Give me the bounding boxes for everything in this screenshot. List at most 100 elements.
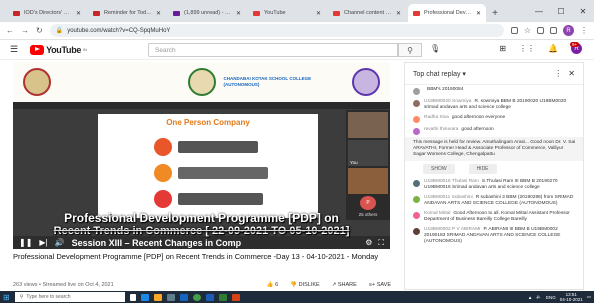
mail-icon[interactable] <box>179 293 188 301</box>
close-tab-icon[interactable]: ✕ <box>236 10 241 17</box>
forward-icon[interactable]: → <box>21 26 29 35</box>
windows-start-icon[interactable]: ⊞ <box>3 293 10 302</box>
powerpoint-icon[interactable] <box>231 293 240 301</box>
profile-avatar[interactable]: R <box>563 25 574 36</box>
chat-mode-dropdown[interactable]: Top chat replay ▾ <box>413 70 466 78</box>
task-view-icon[interactable] <box>129 293 136 301</box>
apps-grid-icon[interactable]: ⋮⋮ <box>519 44 535 53</box>
show-button[interactable]: SHOW <box>423 164 455 174</box>
slide-bullet-bar <box>178 193 263 205</box>
browser-menu-icon[interactable]: ⋮ <box>580 26 588 35</box>
user-avatar <box>413 212 420 219</box>
taskbar-clock[interactable]: 13:51 04-10-2021 <box>560 292 583 302</box>
user-avatar <box>413 196 420 203</box>
close-tab-icon[interactable]: ✕ <box>316 10 321 17</box>
lock-icon: 🔒 <box>55 28 64 34</box>
bookmark-star-icon[interactable]: ☆ <box>524 26 531 35</box>
network-icon[interactable]: ▲ <box>528 295 532 300</box>
browser-tab[interactable]: Channel content - Yo ✕ <box>328 4 406 22</box>
chat-messages: BBM's 20190084 U19BM0020 Sowmiya R. sowmi… <box>405 85 583 289</box>
slide-bullet-bar <box>178 141 258 153</box>
maximize-button[interactable]: ☐ <box>550 0 572 22</box>
tab-favicon <box>93 10 100 16</box>
tab-favicon <box>13 10 20 16</box>
browser-tab-active[interactable]: Professional Develop ✕ <box>408 4 486 22</box>
address-bar[interactable]: 🔒 youtube.com/watch?v=CQ-SpqMuHoY <box>49 24 504 37</box>
puzzle-icon[interactable] <box>550 27 557 34</box>
user-avatar <box>413 128 420 135</box>
slide-bullet-icon <box>154 164 172 182</box>
back-icon[interactable]: ← <box>6 26 14 35</box>
tab-favicon <box>253 10 260 16</box>
search-input[interactable]: Search <box>148 43 398 57</box>
chat-message: BBM's 20190084 <box>405 85 583 97</box>
participant-video <box>348 112 388 138</box>
slide-bullet-icon <box>154 190 172 208</box>
minimize-button[interactable]: — <box>528 0 550 22</box>
notifications-bell-icon[interactable]: 🔔 9+ <box>548 42 580 53</box>
pause-icon[interactable]: ❚❚ <box>19 238 32 247</box>
fullscreen-icon[interactable]: ⛶ <box>378 238 384 248</box>
close-tab-icon[interactable]: ✕ <box>156 10 161 17</box>
taskbar-apps <box>129 293 240 301</box>
tab-favicon <box>173 10 180 16</box>
close-tab-icon[interactable]: ✕ <box>76 10 81 17</box>
like-button[interactable]: 👍 6 <box>267 282 278 288</box>
language-indicator[interactable]: ENG <box>546 295 556 300</box>
youtube-header: ☰ YouTube IN Search ⚲ 🎙 ⊞ ⋮⋮ 🔔 9+ R <box>0 40 594 60</box>
browser-tab[interactable]: YouTube ✕ <box>248 4 326 22</box>
user-avatar <box>413 180 420 187</box>
share-page-icon[interactable] <box>510 27 518 34</box>
user-avatar <box>413 88 420 95</box>
player-right-controls: ⚙ ⛶ <box>365 238 384 248</box>
extension-icon[interactable] <box>537 27 544 34</box>
reload-icon[interactable]: ↻ <box>36 26 43 35</box>
new-tab-button[interactable]: + <box>488 4 502 22</box>
close-tab-icon[interactable]: ✕ <box>396 10 401 17</box>
word-icon[interactable] <box>205 293 214 301</box>
edge-icon[interactable] <box>140 293 149 301</box>
chat-message: revathi thiruvara good afternoon <box>405 125 583 137</box>
close-tab-icon[interactable]: ✕ <box>476 10 481 17</box>
hide-button[interactable]: HIDE <box>468 164 497 174</box>
close-window-button[interactable]: ✕ <box>572 0 594 22</box>
user-avatar <box>413 100 420 107</box>
browser-tab[interactable]: Reminder for Today's ✕ <box>88 4 166 22</box>
hamburger-menu-icon[interactable]: ☰ <box>10 44 18 55</box>
youtube-play-icon <box>30 44 45 55</box>
extension-icons: ☆ R ⋮ <box>510 25 588 36</box>
video-player[interactable]: CHANDABAI KOTAK SCHOOL COLLEGE (AUTONOMO… <box>13 62 390 249</box>
notification-center-icon[interactable]: ▭ <box>587 294 591 300</box>
participant-you: You <box>348 140 388 166</box>
taskbar-search-input[interactable]: ⚲ Type here to search <box>14 292 125 302</box>
next-icon[interactable]: ▶| <box>39 238 47 247</box>
browser-tab[interactable]: IOD's Directors' Conn ✕ <box>8 4 86 22</box>
volume-tray-icon[interactable]: 🔈 <box>536 294 542 300</box>
search-button[interactable]: ⚲ <box>398 43 422 57</box>
video-stats: 263 views • Streamed live on Oct 4, 2021 <box>13 282 114 288</box>
chat-message: U19BM0016 Thulasi Ram S.Thulasi Ram III B… <box>405 177 583 193</box>
settings-gear-icon[interactable]: ⚙ <box>365 238 372 248</box>
create-video-icon[interactable]: ⊞ <box>499 44 506 53</box>
institute-logo <box>187 68 216 96</box>
excel-icon[interactable] <box>218 293 227 301</box>
user-avatar <box>413 228 420 235</box>
file-explorer-icon[interactable] <box>153 293 162 301</box>
chat-message: U19BM0002 P V ABIRAMI P. ABIRAMI III BBM … <box>405 225 583 247</box>
store-icon[interactable] <box>166 293 175 301</box>
video-meta-row: 263 views • Streamed live on Oct 4, 2021… <box>13 282 391 288</box>
youtube-logo[interactable]: YouTube IN <box>30 44 87 55</box>
share-button[interactable]: ↗ SHARE <box>332 282 357 288</box>
chrome-icon[interactable] <box>192 293 201 301</box>
youtube-header-actions: ⊞ ⋮⋮ 🔔 9+ R <box>499 42 582 54</box>
college-emblem-logo <box>352 68 380 96</box>
video-title: Professional Development Programme [PDP]… <box>13 252 379 261</box>
chat-menu-icon[interactable]: ⋮ <box>554 69 562 78</box>
windows-taskbar: ⊞ ⚲ Type here to search ▲ 🔈 ENG 13:51 04-… <box>0 291 594 303</box>
voice-search-icon[interactable]: 🎙 <box>430 44 440 53</box>
browser-tab[interactable]: (1,899 unread) - rekun✕ <box>168 4 246 22</box>
volume-icon[interactable]: 🔊 <box>55 238 65 247</box>
close-chat-icon[interactable]: ✕ <box>568 69 575 78</box>
save-button[interactable]: ≡+ SAVE <box>369 282 391 288</box>
dislike-button[interactable]: 👎 DISLIKE <box>290 282 319 288</box>
